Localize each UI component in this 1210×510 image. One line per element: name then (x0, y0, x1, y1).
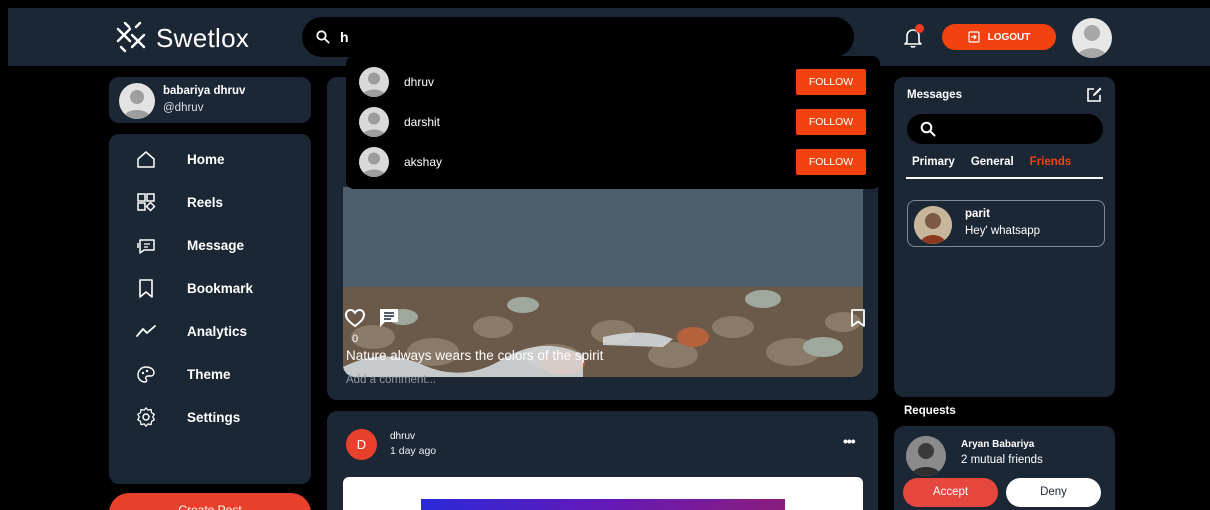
avatar (359, 67, 389, 97)
user-avatar-icon (362, 72, 386, 97)
post-caption: Nature always wears the colors of the sp… (346, 348, 604, 363)
search-result-name: dhruv (404, 75, 435, 89)
reels-icon (137, 193, 156, 212)
request-name: Aryan Babariya (961, 439, 1035, 450)
search-input[interactable]: h (302, 17, 854, 57)
logout-button[interactable]: LOGOUT (942, 24, 1056, 50)
avatar[interactable] (906, 436, 946, 476)
notification-badge (915, 24, 924, 33)
message-tabs: Primary General Friends (912, 156, 1071, 168)
user-avatar-icon (123, 90, 151, 119)
sidebar-item-label: Message (187, 237, 245, 253)
message-search-input[interactable] (907, 114, 1103, 144)
user-avatar (119, 83, 155, 119)
search-icon (920, 121, 936, 137)
sidebar-item-message[interactable]: Message (109, 227, 311, 263)
sidebar-item-label: Settings (187, 409, 241, 425)
search-result-item[interactable]: dhruv FOLLOW (346, 62, 880, 102)
app-name: Swetlox (156, 22, 250, 53)
post-image[interactable] (343, 477, 863, 510)
user-photo-icon (906, 436, 946, 476)
chat-item[interactable]: parit Hey' whatsapp (907, 200, 1105, 247)
edit-icon[interactable] (1085, 86, 1103, 104)
user-avatar-icon (362, 152, 386, 177)
search-value[interactable]: h (340, 29, 349, 45)
comment-icon[interactable] (378, 307, 400, 329)
sidebar-item-reels[interactable]: Reels (109, 184, 311, 220)
requests-title: Requests (904, 405, 956, 417)
request-card: Aryan Babariya 2 mutual friends Accept D… (894, 426, 1115, 510)
messages-title: Messages (907, 89, 962, 101)
user-avatar-icon (1077, 25, 1107, 58)
logo[interactable]: Swetlox (112, 21, 249, 55)
theme-icon (137, 366, 155, 383)
follow-button[interactable]: FOLLOW (796, 109, 866, 135)
avatar (359, 107, 389, 137)
sidebar-item-bookmark[interactable]: Bookmark (109, 270, 311, 306)
chat-name: parit (965, 208, 990, 220)
deny-button[interactable]: Deny (1006, 478, 1101, 507)
search-result-item[interactable]: darshit FOLLOW (346, 102, 880, 142)
mutual-friends: 2 mutual friends (961, 454, 1043, 466)
sidebar-item-label: Reels (187, 194, 224, 210)
like-count: 0 (352, 333, 359, 345)
logout-icon (968, 31, 980, 43)
tab-underline (906, 177, 1103, 179)
create-post-button[interactable]: Create Post (109, 493, 311, 510)
accept-button[interactable]: Accept (903, 478, 998, 507)
sidebar-item-label: Bookmark (187, 280, 254, 296)
messages-panel: Messages Primary General Friends parit H… (894, 77, 1115, 397)
sidebar-item-label: Analytics (187, 323, 248, 339)
tab-friends[interactable]: Friends (1030, 156, 1072, 168)
more-options-icon[interactable]: ••• (843, 433, 856, 449)
sidebar-item-home[interactable]: Home (109, 141, 311, 177)
bookmark-icon[interactable] (849, 308, 867, 328)
message-icon (137, 239, 155, 254)
sidebar-item-label: Home (187, 151, 225, 167)
search-result-item[interactable]: akshay FOLLOW (346, 142, 880, 182)
profile-avatar[interactable] (1072, 18, 1112, 58)
search-result-name: akshay (404, 155, 443, 169)
profile-name: babariya dhruv (163, 85, 246, 97)
chat-preview: Hey' whatsapp (965, 225, 1041, 237)
swetlox-logo-icon (116, 21, 146, 53)
comment-input[interactable]: Add a comment... (346, 374, 436, 386)
settings-icon (137, 407, 155, 427)
sidebar-nav: Home Reels Message Bookmark Analytics Th… (109, 134, 311, 484)
avatar (359, 147, 389, 177)
notifications-button[interactable] (901, 24, 925, 49)
avatar (914, 206, 952, 244)
profile-card[interactable]: babariya dhruv @dhruv (109, 77, 311, 123)
profile-handle: @dhruv (163, 102, 204, 114)
logout-label: LOGOUT (987, 31, 1031, 43)
follow-button[interactable]: FOLLOW (796, 149, 866, 175)
post-card: D dhruv 1 day ago ••• (327, 411, 878, 510)
sidebar-item-label: Theme (187, 366, 231, 382)
tab-primary[interactable]: Primary (912, 156, 955, 168)
author-avatar[interactable]: D (346, 429, 377, 460)
post-author[interactable]: dhruv (390, 431, 415, 442)
search-icon (316, 30, 330, 44)
bookmark-icon (139, 279, 153, 298)
sidebar-item-theme[interactable]: Theme (109, 356, 311, 392)
post-image-content (421, 499, 785, 510)
sidebar-item-settings[interactable]: Settings (109, 399, 311, 435)
like-icon[interactable] (344, 307, 366, 329)
search-result-name: darshit (404, 115, 441, 129)
sidebar-item-analytics[interactable]: Analytics (109, 313, 311, 349)
follow-button[interactable]: FOLLOW (796, 69, 866, 95)
analytics-icon (136, 325, 156, 337)
user-photo-icon (914, 206, 952, 244)
search-results-dropdown: dhruv FOLLOW darshit FOLLOW akshay FOLLO… (346, 56, 880, 189)
tab-general[interactable]: General (971, 156, 1014, 168)
post-timestamp: 1 day ago (390, 445, 437, 457)
home-icon (137, 151, 155, 168)
user-avatar-icon (362, 112, 386, 137)
